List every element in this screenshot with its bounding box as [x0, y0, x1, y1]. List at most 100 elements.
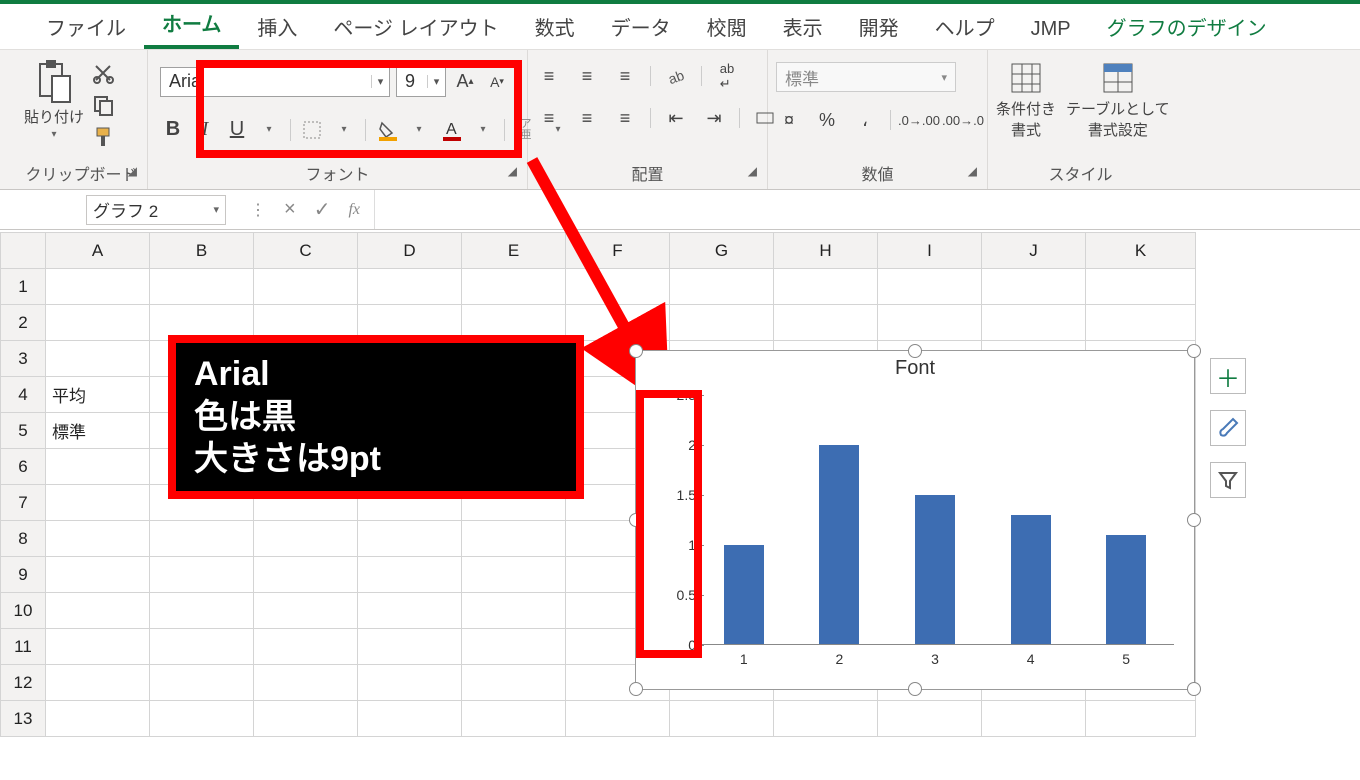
font-size-dropdown-icon[interactable]: ▾: [427, 75, 445, 88]
tab-developer[interactable]: 開発: [841, 2, 917, 49]
paste-dropdown-icon[interactable]: ▾: [51, 129, 56, 140]
copy-icon[interactable]: [92, 94, 114, 116]
underline-dropdown-icon[interactable]: ▾: [256, 116, 282, 144]
phonetic-dropdown-icon[interactable]: ▾: [545, 116, 571, 144]
enter-icon[interactable]: ✓: [314, 197, 331, 222]
row-header-11[interactable]: 11: [1, 629, 46, 665]
align-middle-icon[interactable]: ≡: [574, 62, 600, 90]
align-right-icon[interactable]: ≡: [612, 104, 638, 132]
chart-bar[interactable]: [1106, 535, 1146, 645]
phonetic-icon[interactable]: ア 亜: [513, 116, 539, 144]
col-header-K[interactable]: K: [1086, 233, 1196, 269]
orientation-icon[interactable]: ab: [663, 62, 689, 90]
borders-icon[interactable]: [299, 116, 325, 144]
tab-jmp[interactable]: JMP: [1013, 8, 1089, 49]
tab-insert[interactable]: 挿入: [239, 2, 315, 49]
font-name-dropdown-icon[interactable]: ▾: [371, 75, 389, 88]
alignment-dialog-icon[interactable]: ◢: [748, 164, 757, 178]
decrease-decimal-icon[interactable]: .00→.0: [947, 106, 979, 134]
chart-filter-button[interactable]: [1210, 462, 1246, 498]
chart-styles-button[interactable]: [1210, 410, 1246, 446]
chart-object[interactable]: Font 00.511.522.5 12345: [635, 350, 1195, 690]
tab-view[interactable]: 表示: [765, 2, 841, 49]
chart-bar[interactable]: [915, 495, 955, 645]
resize-handle[interactable]: [908, 682, 922, 696]
increase-font-icon[interactable]: A▴: [452, 68, 478, 96]
col-header-G[interactable]: G: [670, 233, 774, 269]
row-header-5[interactable]: 5: [1, 413, 46, 449]
tab-chart-design[interactable]: グラフのデザイン: [1089, 2, 1285, 49]
chart-bar[interactable]: [724, 545, 764, 645]
borders-dropdown-icon[interactable]: ▾: [331, 116, 357, 144]
resize-handle[interactable]: [908, 344, 922, 358]
tab-review[interactable]: 校閲: [689, 2, 765, 49]
number-format-combo[interactable]: 標準 ▾: [776, 62, 956, 92]
row-header-12[interactable]: 12: [1, 665, 46, 701]
cancel-icon[interactable]: ×: [284, 198, 296, 221]
resize-handle[interactable]: [629, 682, 643, 696]
formula-input[interactable]: [374, 190, 1360, 229]
col-header-E[interactable]: E: [462, 233, 566, 269]
font-color-icon[interactable]: A: [438, 116, 464, 144]
fill-color-icon[interactable]: [374, 116, 400, 144]
col-header-I[interactable]: I: [878, 233, 982, 269]
currency-icon[interactable]: ¤: [776, 106, 802, 134]
font-name-combo[interactable]: Arial▾: [160, 67, 390, 97]
row-header-6[interactable]: 6: [1, 449, 46, 485]
number-format-dropdown-icon[interactable]: ▾: [941, 71, 947, 84]
font-size-combo[interactable]: 9▾: [396, 67, 446, 97]
resize-handle[interactable]: [1187, 513, 1201, 527]
underline-button[interactable]: U: [224, 116, 250, 144]
formula-options-icon[interactable]: ⋮: [250, 200, 266, 220]
comma-icon[interactable]: ،: [852, 106, 878, 134]
resize-handle[interactable]: [629, 344, 643, 358]
tab-home[interactable]: ホーム: [144, 0, 239, 49]
cell-A4[interactable]: 平均: [46, 377, 150, 413]
col-header-C[interactable]: C: [254, 233, 358, 269]
bold-button[interactable]: B: [160, 116, 186, 144]
chart-plot-area[interactable]: [696, 395, 1174, 645]
col-header-H[interactable]: H: [774, 233, 878, 269]
col-header-B[interactable]: B: [150, 233, 254, 269]
cell-A5[interactable]: 標準: [46, 413, 150, 449]
resize-handle[interactable]: [1187, 682, 1201, 696]
row-header-10[interactable]: 10: [1, 593, 46, 629]
font-dialog-icon[interactable]: ◢: [508, 164, 517, 178]
indent-increase-icon[interactable]: ⇥: [701, 104, 727, 132]
tab-help[interactable]: ヘルプ: [917, 2, 1013, 49]
indent-decrease-icon[interactable]: ⇤: [663, 104, 689, 132]
col-header-F[interactable]: F: [566, 233, 670, 269]
row-header-4[interactable]: 4: [1, 377, 46, 413]
row-header-1[interactable]: 1: [1, 269, 46, 305]
font-color-dropdown-icon[interactable]: ▾: [470, 116, 496, 144]
tab-data[interactable]: データ: [593, 2, 689, 49]
align-center-icon[interactable]: ≡: [574, 104, 600, 132]
select-all-corner[interactable]: [1, 233, 46, 269]
row-header-2[interactable]: 2: [1, 305, 46, 341]
chart-y-axis[interactable]: 00.511.522.5: [678, 395, 696, 645]
name-box[interactable]: グラフ 2 ▾: [86, 195, 226, 225]
conditional-format-button[interactable]: 条件付き 書式: [996, 60, 1056, 140]
resize-handle[interactable]: [629, 513, 643, 527]
cut-icon[interactable]: [92, 62, 114, 84]
row-header-3[interactable]: 3: [1, 341, 46, 377]
wrap-text-icon[interactable]: ab↵: [714, 62, 740, 90]
col-header-J[interactable]: J: [982, 233, 1086, 269]
row-header-7[interactable]: 7: [1, 485, 46, 521]
align-top-icon[interactable]: ≡: [536, 62, 562, 90]
decrease-font-icon[interactable]: A▾: [484, 68, 510, 96]
format-painter-icon[interactable]: [92, 126, 114, 148]
name-box-dropdown-icon[interactable]: ▾: [213, 203, 219, 216]
chart-bar[interactable]: [819, 445, 859, 645]
row-header-13[interactable]: 13: [1, 701, 46, 737]
fx-icon[interactable]: fx: [348, 201, 360, 219]
row-header-8[interactable]: 8: [1, 521, 46, 557]
fill-color-dropdown-icon[interactable]: ▾: [406, 116, 432, 144]
col-header-A[interactable]: A: [46, 233, 150, 269]
align-bottom-icon[interactable]: ≡: [612, 62, 638, 90]
chart-elements-button[interactable]: ＋: [1210, 358, 1246, 394]
percent-icon[interactable]: %: [814, 106, 840, 134]
tab-formulas[interactable]: 数式: [517, 2, 593, 49]
format-as-table-button[interactable]: テーブルとして 書式設定: [1066, 60, 1170, 140]
number-dialog-icon[interactable]: ◢: [968, 164, 977, 178]
